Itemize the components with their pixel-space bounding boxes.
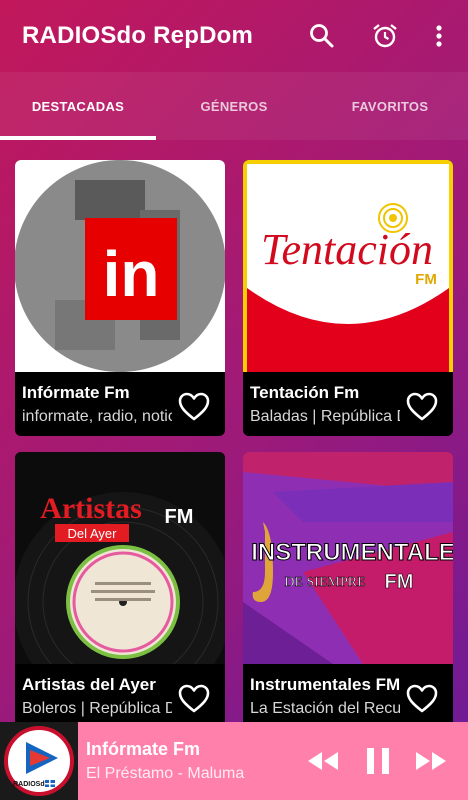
- svg-text:FM: FM: [385, 571, 414, 593]
- station-name: Artistas del Ayer: [22, 675, 156, 694]
- svg-text:Artistas: Artistas: [40, 492, 142, 525]
- station-card[interactable]: Artistas Del Ayer FM Artistas del Ayer B…: [15, 452, 225, 728]
- station-description: Boleros | República Dominicana: [22, 700, 172, 717]
- station-name: Instrumentales FM: [250, 675, 400, 694]
- tab-bar: DESTACADAS GÉNEROS FAVORITOS: [0, 72, 468, 140]
- svg-text:Tentación: Tentación: [261, 225, 433, 274]
- search-icon[interactable]: [306, 20, 338, 52]
- more-vert-icon[interactable]: [423, 20, 455, 52]
- svg-text:FM: FM: [165, 506, 194, 528]
- app-bar: RADIOSdo RepDom: [0, 0, 468, 72]
- alarm-icon[interactable]: [369, 20, 401, 52]
- pause-icon[interactable]: [361, 744, 395, 778]
- favorite-heart-icon[interactable]: [405, 682, 439, 716]
- player-station-name: Infórmate Fm: [86, 739, 201, 759]
- svg-text:FM: FM: [415, 271, 437, 288]
- tab-favoritos[interactable]: FAVORITOS: [312, 72, 468, 140]
- favorite-heart-icon[interactable]: [177, 390, 211, 424]
- favorite-heart-icon[interactable]: [177, 682, 211, 716]
- player-station-logo: RADIOSdo: [0, 722, 78, 800]
- svg-text:INSTRUMENTALES: INSTRUMENTALES: [251, 539, 453, 566]
- svg-text:Del Ayer: Del Ayer: [68, 526, 118, 541]
- tab-indicator: [0, 136, 156, 140]
- svg-text:RADIOSdo: RADIOSdo: [13, 781, 49, 788]
- station-description: Baladas | República Dominicana: [250, 408, 400, 425]
- station-logo: in: [15, 160, 225, 372]
- station-card[interactable]: INSTRUMENTALES DE SIEMPRE FM Instrumenta…: [243, 452, 453, 728]
- favorite-heart-icon[interactable]: [405, 390, 439, 424]
- player-now-playing: El Préstamo - Maluma: [86, 765, 245, 782]
- mini-player[interactable]: RADIOSdo Infórmate Fm El Préstamo - Malu…: [0, 722, 468, 800]
- tab-generos[interactable]: GÉNEROS: [156, 72, 312, 140]
- station-card[interactable]: Tentación FM Tentación Fm Baladas | Repú…: [243, 160, 453, 436]
- station-logo: Artistas Del Ayer FM: [15, 452, 225, 664]
- tab-destacadas[interactable]: DESTACADAS: [0, 72, 156, 140]
- station-description: informate, radio, noticias: [22, 408, 172, 425]
- rewind-icon[interactable]: [306, 744, 340, 778]
- station-description: La Estación del Recuerdo: [250, 700, 400, 717]
- station-logo: INSTRUMENTALES DE SIEMPRE FM: [243, 452, 453, 664]
- svg-text:in: in: [103, 238, 160, 310]
- station-card[interactable]: in Infórmate Fm informate, radio, notici…: [15, 160, 225, 436]
- svg-text:DE SIEMPRE: DE SIEMPRE: [284, 575, 365, 590]
- fast-forward-icon[interactable]: [414, 744, 448, 778]
- station-name: Tentación Fm: [250, 383, 360, 402]
- app-title: RADIOSdo RepDom: [22, 22, 253, 49]
- station-name: Infórmate Fm: [22, 383, 130, 402]
- station-logo: Tentación FM: [243, 160, 453, 372]
